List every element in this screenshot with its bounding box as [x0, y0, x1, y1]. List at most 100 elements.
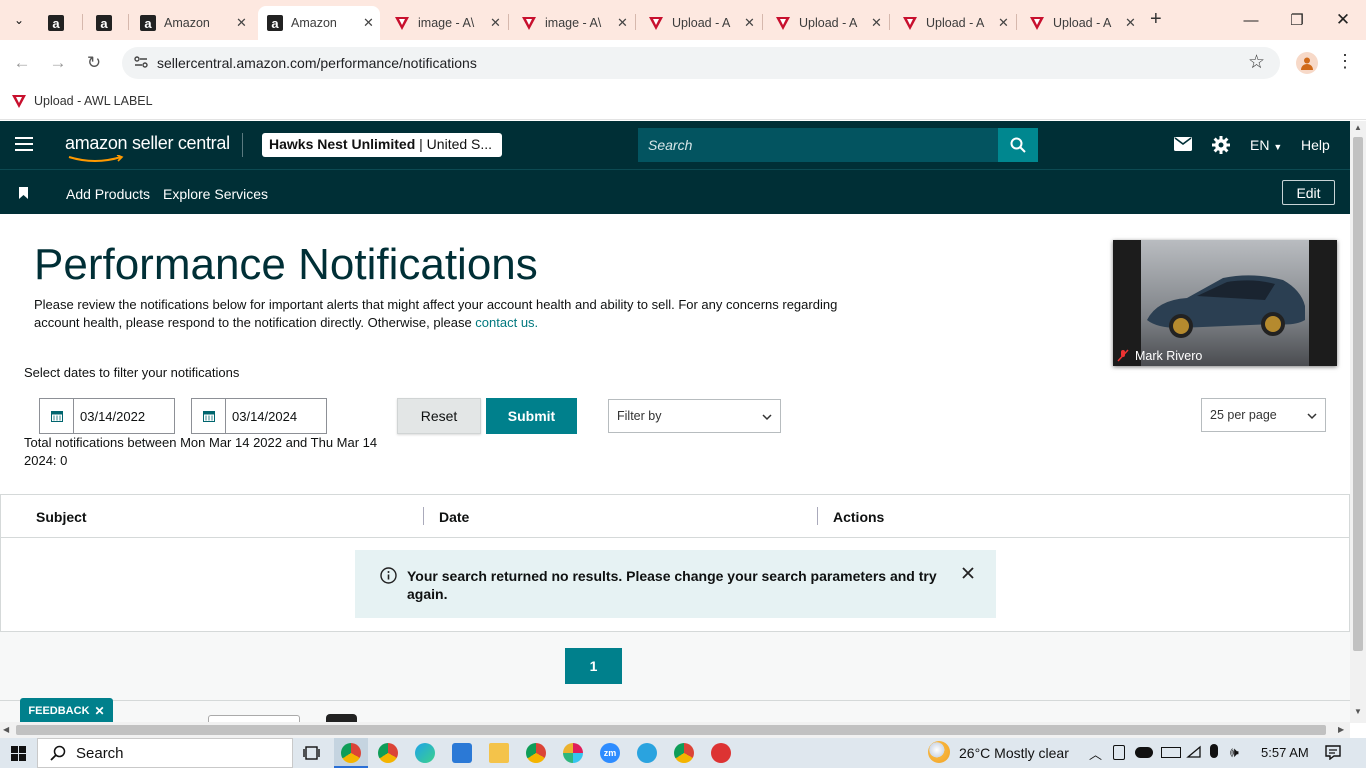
tab-close-icon[interactable]: ✕ [236, 15, 247, 31]
bookmark-upload-awl[interactable]: Upload - AWL LABEL [12, 94, 153, 108]
mail-icon[interactable] [1174, 137, 1192, 156]
search-button[interactable] [998, 128, 1038, 162]
tab-amazon-1[interactable]: a [48, 6, 74, 40]
new-tab-plus-icon[interactable]: + [1150, 8, 1162, 31]
wifi-icon[interactable] [1186, 745, 1202, 762]
submit-button[interactable]: Submit [486, 398, 577, 434]
tab-close-icon[interactable]: ✕ [871, 15, 882, 31]
tab-upload-3[interactable]: Upload - A ✕ [902, 6, 1009, 40]
microsoft-store-icon[interactable] [452, 743, 472, 763]
date-from-field[interactable]: 03/14/2022 [39, 398, 175, 434]
vertical-scrollbar[interactable]: ▲ ▼ [1350, 121, 1366, 723]
tab-amazon-3[interactable]: a Amazon ✕ [140, 6, 258, 40]
scroll-thumb[interactable] [16, 725, 1326, 735]
column-subject[interactable]: Subject [36, 509, 87, 525]
language-selector[interactable]: EN ▼ [1250, 137, 1282, 153]
horizontal-scrollbar[interactable]: ◀ ▶ [0, 722, 1350, 738]
per-page-select[interactable]: 25 per page [1201, 398, 1326, 432]
help-link[interactable]: Help [1301, 137, 1330, 153]
close-window-icon[interactable]: ✕ [1320, 0, 1366, 40]
microphone-icon[interactable] [1210, 744, 1218, 758]
reset-button[interactable]: Reset [397, 398, 481, 434]
tab-close-icon[interactable]: ✕ [1125, 15, 1136, 31]
weather-icon[interactable] [928, 741, 950, 763]
tab-image-2[interactable]: image - A\ ✕ [521, 6, 628, 40]
amazon-a-icon: a [96, 15, 112, 31]
tab-upload-4[interactable]: Upload - A ✕ [1029, 6, 1136, 40]
nav-explore-services[interactable]: Explore Services [163, 186, 268, 202]
volume-icon[interactable]: 🕪 [1230, 744, 1239, 761]
awl-triangle-icon [902, 15, 918, 31]
info-icon [380, 567, 397, 587]
taskbar-search-box[interactable]: Search [37, 738, 293, 768]
chrome-icon[interactable] [526, 743, 546, 763]
chrome-icon[interactable] [341, 743, 361, 763]
date-to-field[interactable]: 03/14/2024 [191, 398, 327, 434]
store-switcher[interactable]: Hawks Nest Unlimited | United S... [262, 133, 502, 157]
amazon-seller-central-logo[interactable]: amazon seller central [65, 133, 230, 162]
tab-amazon-2[interactable]: a [96, 6, 122, 40]
calendar-icon[interactable] [40, 399, 74, 433]
tab-close-icon[interactable]: ✕ [998, 15, 1009, 31]
file-explorer-icon[interactable] [489, 743, 509, 763]
edit-nav-button[interactable]: Edit [1282, 180, 1335, 205]
contact-us-link[interactable]: contact us. [475, 315, 538, 330]
onedrive-cloud-icon[interactable] [1135, 747, 1153, 758]
tab-upload-1[interactable]: Upload - A ✕ [648, 6, 755, 40]
restore-icon[interactable]: ❐ [1274, 0, 1320, 40]
seller-central-header: amazon seller central Hawks Nest Unlimit… [0, 121, 1350, 169]
filter-label: Select dates to filter your notification… [24, 365, 240, 380]
chevron-down-icon [1307, 409, 1317, 423]
browser-menu-icon[interactable]: ⋮ [1336, 52, 1354, 70]
tab-amazon-active[interactable]: a Amazon ✕ [258, 6, 380, 40]
notifications-icon[interactable] [1325, 745, 1341, 763]
muted-mic-icon [1117, 349, 1129, 367]
no-results-message: Your search returned no results. Please … [407, 568, 937, 602]
clock-time[interactable]: 5:57 AM [1261, 745, 1309, 760]
forward-arrow-icon[interactable]: → [40, 40, 76, 86]
tab-search-chevron-icon[interactable]: ⌄ [8, 10, 30, 30]
column-date[interactable]: Date [439, 509, 469, 525]
weather-text[interactable]: 26°C Mostly clear [959, 745, 1069, 761]
windows-taskbar: Search zm 26°C Mostly clear ︿ 🕪 5:57 AM [0, 738, 1366, 768]
tab-close-icon[interactable]: ✕ [744, 15, 755, 31]
feedback-button[interactable]: FEEDBACK ✕ [20, 698, 113, 724]
filter-by-select[interactable]: Filter by [608, 399, 781, 433]
tab-close-icon[interactable]: ✕ [617, 15, 628, 31]
seller-search-input[interactable]: Search [638, 128, 998, 162]
meet-now-icon[interactable] [1113, 745, 1125, 760]
chrome-icon[interactable] [378, 743, 398, 763]
edge-icon[interactable] [415, 743, 435, 763]
url-text: sellercentral.amazon.com/performance/not… [157, 55, 477, 71]
chrome-icon[interactable] [674, 743, 694, 763]
windows-start-icon[interactable] [11, 746, 26, 764]
tab-close-icon[interactable]: ✕ [363, 15, 374, 31]
battery-icon[interactable] [1161, 747, 1181, 758]
tab-close-icon[interactable]: ✕ [490, 15, 501, 31]
minimize-icon[interactable]: — [1228, 0, 1274, 40]
scroll-thumb[interactable] [1353, 137, 1363, 651]
tab-upload-2[interactable]: Upload - A ✕ [775, 6, 882, 40]
slack-icon[interactable] [563, 743, 583, 763]
video-call-tile[interactable]: Mark Rivero [1113, 240, 1337, 366]
app-icon[interactable] [711, 743, 731, 763]
tab-image-1[interactable]: image - A\ ✕ [394, 6, 501, 40]
bookmark-flag-icon[interactable] [19, 186, 29, 204]
hamburger-menu-icon[interactable] [15, 137, 33, 156]
settings-gear-icon[interactable] [1211, 135, 1231, 160]
bookmark-star-icon[interactable]: ☆ [1248, 51, 1265, 74]
task-view-icon[interactable] [303, 745, 320, 764]
profile-avatar-icon[interactable] [1296, 52, 1318, 74]
chevron-up-icon[interactable]: ︿ [1089, 744, 1102, 763]
nav-add-products[interactable]: Add Products [66, 186, 150, 202]
telegram-icon[interactable] [637, 743, 657, 763]
close-alert-icon[interactable] [961, 566, 975, 583]
calendar-icon[interactable] [192, 399, 226, 433]
page-1-button[interactable]: 1 [565, 648, 622, 684]
site-settings-icon[interactable] [133, 54, 149, 75]
zoom-icon[interactable]: zm [600, 743, 620, 763]
back-arrow-icon[interactable]: ← [4, 40, 40, 86]
close-feedback-icon[interactable]: ✕ [95, 704, 105, 718]
reload-icon[interactable]: ↻ [76, 40, 112, 86]
url-field[interactable]: sellercentral.amazon.com/performance/not… [122, 47, 1280, 79]
